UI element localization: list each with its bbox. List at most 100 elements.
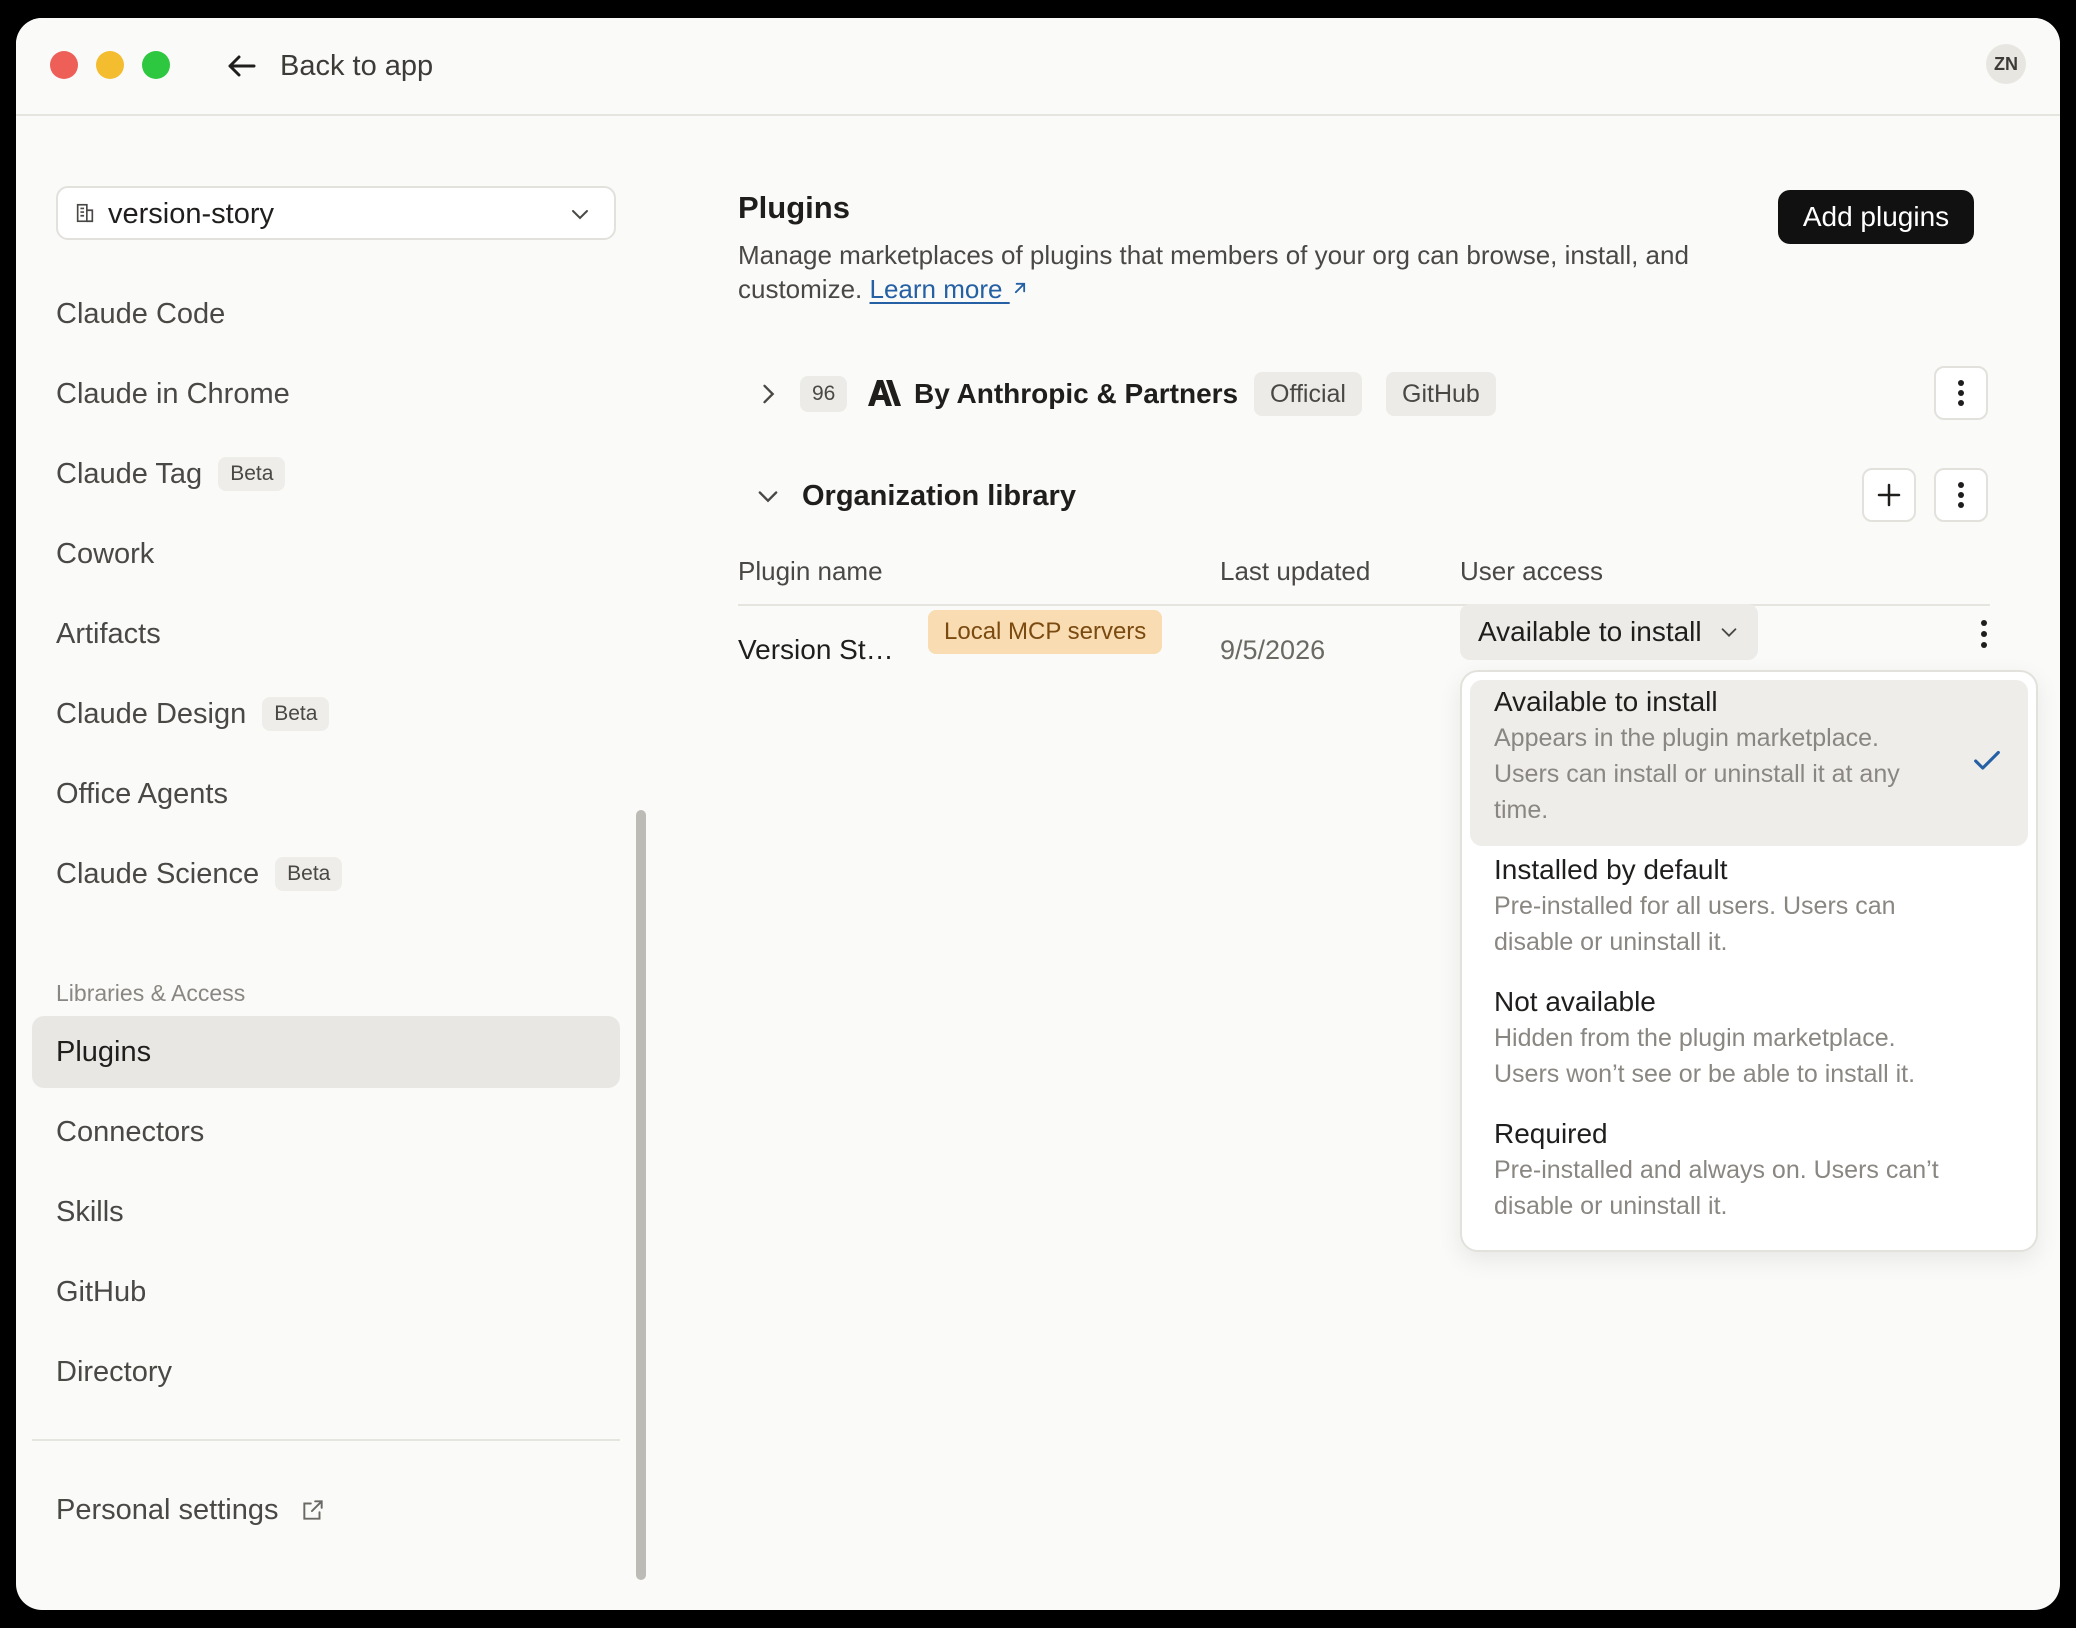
close-window-button[interactable] — [50, 51, 78, 79]
sidebar-item-label: Office Agents — [56, 777, 228, 810]
sidebar-item-label: Artifacts — [56, 617, 161, 650]
checkmark-icon — [1974, 750, 2000, 770]
sidebar-item-artifacts[interactable]: Artifacts — [32, 598, 620, 670]
marketplace-name: By Anthropic & Partners — [914, 378, 1239, 409]
plugin-count-badge: 96 — [800, 376, 848, 412]
learn-more-label: Learn more — [869, 274, 1003, 304]
org-name: version-story — [108, 198, 274, 230]
building-icon — [76, 203, 94, 223]
user-access-select[interactable]: Available to install — [1460, 604, 1758, 660]
user-access-dropdown: Available to install Appears in the plug… — [1460, 670, 2038, 1252]
official-tag: Official — [1254, 372, 1362, 416]
org-selector[interactable]: version-story — [56, 186, 616, 240]
sidebar-item-claude-in-chrome[interactable]: Claude in Chrome — [32, 358, 620, 430]
option-title: Required — [1494, 1118, 1608, 1149]
sidebar-item-claude-science[interactable]: Claude Science Beta — [32, 838, 620, 910]
chevron-down-icon[interactable] — [754, 482, 782, 510]
sidebar-divider — [32, 1439, 620, 1441]
row-more-icon[interactable] — [1968, 616, 2000, 652]
option-description-line: Appears in the plugin marketplace. — [1494, 724, 1879, 752]
sidebar-item-plugins[interactable]: Plugins — [32, 1016, 620, 1088]
marketplace-row[interactable]: 96 By Anthropic & Partners Official GitH… — [738, 366, 1988, 422]
beta-badge: Beta — [218, 457, 286, 491]
sidebar-item-label: Directory — [56, 1355, 173, 1388]
sidebar-item-label: Claude Tag — [56, 457, 203, 490]
sidebar-item-label: Personal settings — [56, 1493, 279, 1526]
add-to-library-button[interactable] — [1862, 468, 1916, 522]
user-access-value: Available to install — [1478, 616, 1702, 647]
sidebar-item-label: Connectors — [56, 1115, 205, 1148]
app-window: Back to app ZN version-story Claude Code… — [16, 18, 2060, 1610]
option-description: Hidden from the plugin marketplace. User… — [1494, 1020, 1974, 1092]
option-title: Available to install — [1494, 686, 1718, 717]
sidebar-item-label: Claude Code — [56, 297, 226, 330]
back-to-app-link[interactable]: Back to app — [280, 48, 433, 84]
option-description: Pre-installed for all users. Users can d… — [1494, 888, 1974, 960]
local-mcp-tag: Local MCP servers — [928, 610, 1163, 654]
sidebar-item-directory[interactable]: Directory — [32, 1336, 620, 1408]
sidebar-item-office-agents[interactable]: Office Agents — [32, 758, 620, 830]
option-required[interactable]: Required Pre-installed and always on. Us… — [1470, 1112, 2028, 1240]
org-library-row[interactable]: Organization library — [738, 468, 1988, 524]
plus-icon — [1877, 483, 1901, 507]
column-header-plugin-name: Plugin name — [738, 556, 883, 586]
column-header-last-updated: Last updated — [1220, 556, 1371, 586]
maximize-window-button[interactable] — [142, 51, 170, 79]
sidebar-item-label: Cowork — [56, 537, 155, 570]
title-bar: Back to app ZN — [16, 18, 2060, 116]
kebab-menu-icon — [1958, 482, 1964, 508]
option-title: Installed by default — [1494, 854, 1728, 885]
learn-more-link[interactable]: Learn more — [870, 274, 1030, 304]
chevron-right-icon[interactable] — [754, 380, 782, 408]
plugin-name[interactable]: Version St… — [738, 632, 894, 668]
personal-settings-link[interactable]: Personal settings — [32, 1474, 620, 1546]
option-not-available[interactable]: Not available Hidden from the plugin mar… — [1470, 980, 2028, 1108]
beta-badge: Beta — [262, 697, 330, 731]
sidebar-item-github[interactable]: GitHub — [32, 1256, 620, 1328]
sidebar-item-cowork[interactable]: Cowork — [32, 518, 620, 590]
org-library-title: Organization library — [802, 480, 1076, 512]
section-label-libraries: Libraries & Access — [56, 980, 246, 1006]
option-title: Not available — [1494, 986, 1656, 1017]
arrow-up-right-icon — [1014, 282, 1025, 294]
option-description-line: Users can install or uninstall it at any — [1494, 760, 1900, 788]
sidebar-item-claude-tag[interactable]: Claude Tag Beta — [32, 438, 620, 510]
option-description-line: Pre-installed and always on. Users can’t — [1494, 1156, 1939, 1184]
option-description-line: Users won’t see or be able to install it… — [1494, 1060, 1916, 1088]
sidebar-scrollbar[interactable] — [636, 810, 646, 1580]
option-description-line: disable or uninstall it. — [1494, 928, 1728, 956]
github-tag: GitHub — [1386, 372, 1496, 416]
sidebar-item-claude-code[interactable]: Claude Code — [32, 278, 620, 350]
column-header-user-access: User access — [1460, 556, 1604, 586]
sidebar-item-skills[interactable]: Skills — [32, 1176, 620, 1248]
anthropic-logo-icon — [868, 380, 901, 406]
external-link-icon — [303, 1500, 324, 1520]
back-arrow-icon[interactable] — [224, 48, 260, 84]
kebab-menu-icon — [1958, 380, 1964, 406]
table-divider — [738, 604, 1990, 606]
sidebar-item-label: Claude Science — [56, 857, 260, 890]
option-description-line: disable or uninstall it. — [1494, 1192, 1728, 1220]
beta-badge: Beta — [275, 857, 343, 891]
page-description: Manage marketplaces of plugins that memb… — [738, 238, 1738, 306]
sidebar-item-connectors[interactable]: Connectors — [32, 1096, 620, 1168]
minimize-window-button[interactable] — [96, 51, 124, 79]
option-available-to-install[interactable]: Available to install Appears in the plug… — [1470, 680, 2028, 846]
marketplace-more-button[interactable] — [1934, 366, 1988, 420]
option-description-line: Hidden from the plugin marketplace. — [1494, 1024, 1896, 1052]
option-description: Pre-installed and always on. Users can’t… — [1494, 1152, 1974, 1224]
add-plugins-button[interactable]: Add plugins — [1778, 190, 1974, 244]
avatar[interactable]: ZN — [1986, 44, 2026, 84]
sidebar-item-label: GitHub — [56, 1275, 147, 1308]
page-title: Plugins — [738, 190, 850, 225]
option-description-line: time. — [1494, 796, 1549, 824]
org-library-more-button[interactable] — [1934, 468, 1988, 522]
chevron-down-icon — [1721, 628, 1736, 637]
option-description: Appears in the plugin marketplace. Users… — [1494, 720, 1974, 828]
option-description-line: Pre-installed for all users. Users can — [1494, 892, 1896, 920]
sidebar-item-claude-design[interactable]: Claude Design Beta — [32, 678, 620, 750]
chevron-down-icon — [572, 210, 588, 220]
sidebar-item-label: Skills — [56, 1195, 124, 1228]
sidebar-item-label: Claude Design — [56, 697, 247, 730]
option-installed-by-default[interactable]: Installed by default Pre-installed for a… — [1470, 848, 2028, 976]
